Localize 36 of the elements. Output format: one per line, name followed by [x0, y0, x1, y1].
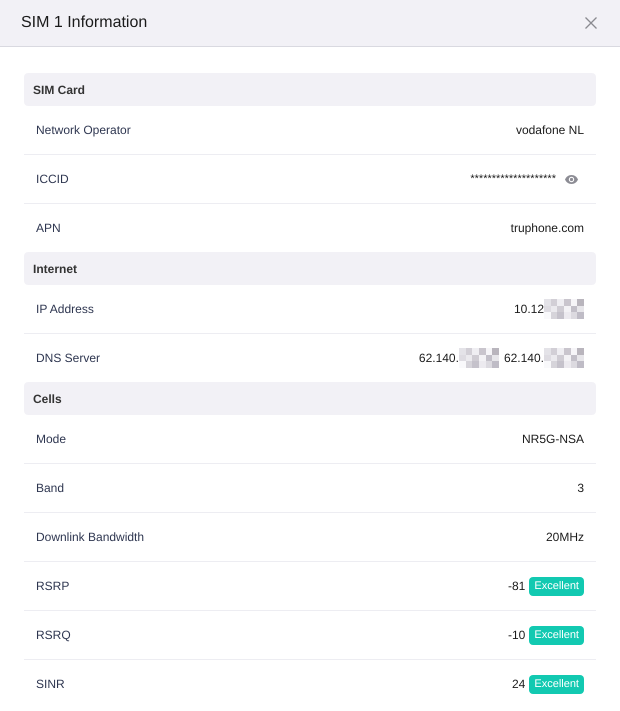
pixelated-redaction [544, 299, 584, 319]
row-value: -81 [508, 578, 526, 595]
section-title: SIM Card [33, 82, 86, 98]
row-value: 10.12 [514, 301, 544, 318]
rating-badge: Excellent [529, 576, 584, 596]
row-value: 62.140. [504, 350, 544, 367]
row-value: 24 [512, 676, 526, 693]
rating-badge: Excellent [529, 626, 584, 644]
close-icon [585, 17, 597, 29]
row-label: Band [36, 480, 64, 497]
row-label: IP Address [36, 301, 94, 318]
row-value: vodafone NL [516, 122, 584, 139]
masked-value: ******************** [470, 172, 556, 187]
row-label: Network Operator [36, 122, 131, 139]
pixelated-redaction [544, 348, 584, 368]
window-title: SIM 1 Information [21, 13, 148, 33]
row-value: 20MHz [546, 529, 584, 546]
row-value: NR5G-NSA [522, 431, 584, 448]
rating-badge: Excellent [529, 674, 584, 694]
pixelated-redaction [458, 348, 499, 368]
section-title: Internet [33, 260, 78, 278]
row-value: truphone.com [510, 220, 584, 237]
row-label: DNS Server [36, 350, 100, 367]
row-label: RSRP [36, 578, 70, 595]
row-label: Mode [36, 431, 66, 448]
row-value: 62.140. [418, 350, 459, 367]
row-label: APN [36, 220, 61, 237]
row-label: RSRQ [36, 627, 71, 644]
row-label: Downlink Bandwidth [36, 529, 144, 546]
row-value: -10 [508, 627, 526, 644]
close-button[interactable] [584, 16, 598, 30]
section-title: Cells [33, 390, 62, 408]
row-value: 3 [577, 480, 584, 497]
eye-icon[interactable] [565, 174, 578, 184]
row-label: SINR [36, 676, 65, 693]
row-label: ICCID [36, 171, 69, 188]
